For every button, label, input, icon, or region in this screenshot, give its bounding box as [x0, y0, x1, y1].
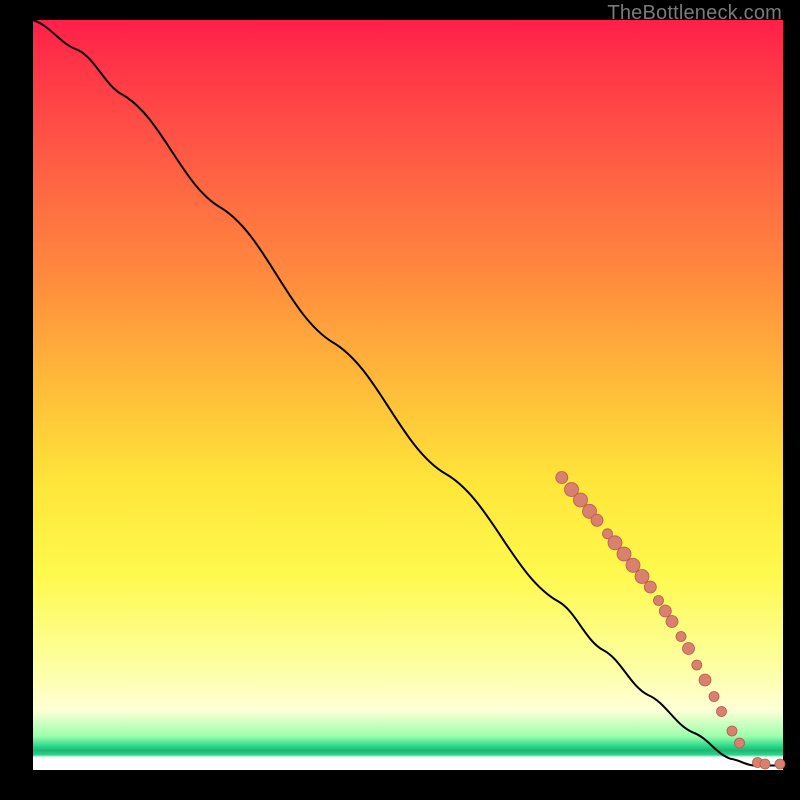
data-marker — [775, 759, 785, 769]
data-marker — [635, 570, 649, 584]
data-marker — [692, 660, 702, 670]
data-marker — [556, 472, 568, 484]
data-marker — [735, 738, 745, 748]
data-marker — [676, 632, 686, 642]
data-marker — [699, 674, 711, 686]
bottleneck-curve — [33, 20, 783, 766]
data-marker — [608, 536, 622, 550]
data-marker — [683, 643, 695, 655]
chart-stage: TheBottleneck.com — [0, 0, 800, 800]
data-marker — [717, 707, 727, 717]
data-marker — [659, 605, 671, 617]
data-marker — [727, 726, 737, 736]
data-marker — [574, 493, 588, 507]
plot-area — [33, 20, 783, 770]
data-markers — [556, 472, 785, 770]
data-marker — [644, 581, 656, 593]
data-marker — [654, 596, 664, 606]
data-marker — [591, 514, 603, 526]
data-marker — [626, 558, 640, 572]
chart-svg — [33, 20, 783, 770]
data-marker — [617, 547, 631, 561]
data-marker — [709, 692, 719, 702]
data-marker — [666, 616, 678, 628]
data-marker — [760, 759, 770, 769]
